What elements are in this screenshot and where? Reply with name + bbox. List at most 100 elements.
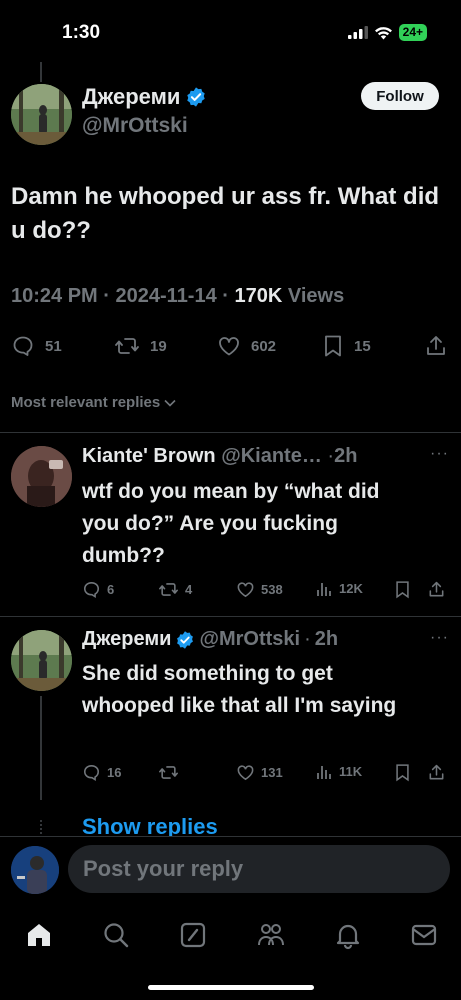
repost-button[interactable]: 4 xyxy=(158,580,192,599)
reply-input[interactable]: Post your reply xyxy=(68,845,450,893)
reply-button[interactable]: 6 xyxy=(82,580,114,599)
divider xyxy=(0,616,461,617)
repost-icon xyxy=(159,583,178,596)
home-icon xyxy=(28,924,50,946)
reply-count: 16 xyxy=(107,765,122,780)
repost-count: 4 xyxy=(185,582,193,597)
show-replies-link[interactable]: Show replies xyxy=(82,814,218,838)
reply-text: wtf do you mean by “what did you do?” Ar… xyxy=(82,480,380,567)
like-button[interactable]: 602 xyxy=(217,334,276,358)
communities-icon xyxy=(258,924,284,946)
tab-search[interactable] xyxy=(101,920,131,950)
verified-badge-icon xyxy=(177,630,194,649)
thread-connector-line xyxy=(40,696,42,800)
reply-text: She did something to get whooped like th… xyxy=(82,662,397,717)
tweet-actions: 51 19 602 15 xyxy=(11,332,451,362)
like-count: 602 xyxy=(251,337,277,355)
avatar[interactable] xyxy=(11,84,72,145)
reply-author-handle[interactable]: @Kiante… xyxy=(221,445,322,467)
reply-actions: 6 4 538 12K xyxy=(82,580,452,602)
avatar[interactable] xyxy=(11,446,72,507)
tweet-text: Damn he whooped ur ass fr. What did u do… xyxy=(11,183,440,244)
comment-icon xyxy=(13,336,33,356)
reply-count: 51 xyxy=(45,337,62,355)
heart-icon xyxy=(237,582,254,598)
like-count: 538 xyxy=(261,582,283,597)
tab-grok[interactable] xyxy=(178,920,208,950)
views-count: 170K xyxy=(234,285,283,307)
tab-home[interactable] xyxy=(24,920,54,950)
heart-icon xyxy=(219,337,239,356)
meta-separator: · xyxy=(304,628,311,650)
like-button[interactable]: 131 xyxy=(236,763,283,782)
comment-icon xyxy=(83,764,100,782)
more-options-button[interactable]: ··· xyxy=(430,629,449,647)
reply-header: Джереми @MrOttski · 2h xyxy=(82,628,338,651)
follow-button[interactable]: Follow xyxy=(361,82,439,110)
reply-button[interactable]: 16 xyxy=(82,763,121,782)
bar-chart-icon xyxy=(317,583,331,596)
wifi-icon xyxy=(374,26,392,39)
reply-button[interactable]: 51 xyxy=(11,334,62,358)
repost-button[interactable] xyxy=(158,763,185,782)
tweet-date[interactable]: 2024-11-14 xyxy=(116,285,217,307)
share-icon xyxy=(427,336,445,355)
meta-separator: · xyxy=(222,285,229,307)
mail-icon xyxy=(411,924,437,946)
bookmark-icon xyxy=(396,764,409,782)
grok-icon xyxy=(180,922,206,948)
avatar-image xyxy=(11,446,72,507)
status-icons: 24+ xyxy=(347,24,427,41)
author-handle[interactable]: @MrOttski xyxy=(82,114,188,138)
avatar-image xyxy=(11,846,59,894)
like-count: 131 xyxy=(261,765,283,780)
share-icon xyxy=(429,581,444,597)
battery-indicator: 24+ xyxy=(398,24,427,41)
reply-sort-dropdown[interactable]: Most relevant replies xyxy=(11,394,177,411)
avatar[interactable] xyxy=(11,630,72,691)
views-label: Views xyxy=(287,285,345,307)
tab-messages[interactable] xyxy=(409,920,439,950)
thread-dotted-line xyxy=(40,820,42,834)
like-button[interactable]: 538 xyxy=(236,580,283,599)
share-button[interactable] xyxy=(425,334,447,358)
my-avatar[interactable] xyxy=(11,846,59,894)
reply-author-name[interactable]: Джереми xyxy=(82,628,171,651)
divider xyxy=(0,432,461,433)
views-count: 11K xyxy=(339,764,363,779)
bell-icon xyxy=(336,924,360,950)
search-icon xyxy=(104,923,129,948)
bookmark-button[interactable] xyxy=(394,580,411,599)
repost-count: 19 xyxy=(150,337,167,355)
bookmark-button[interactable] xyxy=(394,763,411,782)
tab-communities[interactable] xyxy=(256,920,286,950)
avatar-image xyxy=(11,84,72,145)
reply-sort-label: Most relevant replies xyxy=(11,394,161,411)
reply-author-handle[interactable]: @MrOttski xyxy=(199,628,300,651)
heart-icon xyxy=(237,765,254,781)
repost-button[interactable]: 19 xyxy=(114,334,167,358)
more-options-button[interactable]: ··· xyxy=(430,445,449,463)
reply-author-name[interactable]: Kiante' Brown xyxy=(82,445,216,467)
author-name[interactable]: Джереми xyxy=(82,84,180,110)
views-button[interactable]: 11K xyxy=(316,763,362,780)
thread-connector-line xyxy=(40,62,42,82)
tweet-time[interactable]: 10:24 PM xyxy=(11,285,98,307)
signal-icon xyxy=(347,26,368,39)
repost-icon xyxy=(115,338,139,354)
reply-actions: 16 131 11K xyxy=(82,763,452,785)
share-icon xyxy=(429,764,444,780)
reply-age: 2h xyxy=(334,445,358,467)
bookmark-button[interactable]: 15 xyxy=(322,334,371,358)
bookmark-icon xyxy=(396,581,409,599)
status-time: 1:30 xyxy=(62,22,101,43)
status-bar: 1:30 24+ xyxy=(0,0,461,62)
verified-badge-icon xyxy=(187,87,206,107)
views-count: 12K xyxy=(339,581,363,596)
tab-notifications[interactable] xyxy=(333,920,363,950)
share-button[interactable] xyxy=(428,580,445,599)
tweet-meta: 10:24 PM · 2024-11-14 · 170K Views xyxy=(11,285,344,308)
share-button[interactable] xyxy=(428,763,445,782)
comment-icon xyxy=(83,581,100,599)
views-button[interactable]: 12K xyxy=(316,580,363,597)
